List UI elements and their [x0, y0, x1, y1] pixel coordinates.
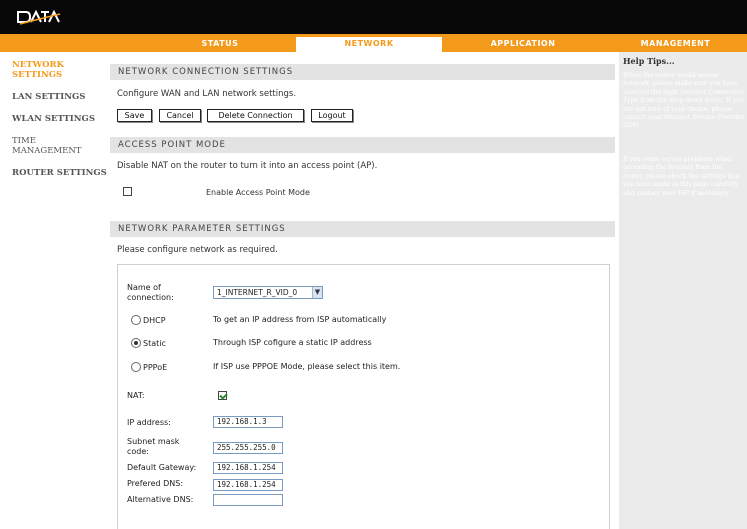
preferred-dns-field[interactable]: 192.168.1.254 — [213, 479, 283, 491]
alternative-dns-field[interactable] — [213, 494, 283, 506]
section-network-connection: NETWORK CONNECTION SETTINGS — [110, 64, 615, 80]
connection-description: Configure WAN and LAN network settings. — [117, 89, 297, 99]
radio-pppoe[interactable] — [131, 362, 141, 372]
nat-checkbox[interactable] — [218, 391, 227, 400]
tab-network[interactable]: NETWORK — [296, 37, 442, 52]
sidebar-item-wlan-settings[interactable]: WLAN SETTINGS — [0, 114, 108, 124]
top-bar — [0, 0, 747, 34]
dhcp-description: To get an IP address from ISP automatica… — [213, 315, 387, 324]
parameters-panel: Name of connection: 1_INTERNET_R_VID_0 ▼… — [117, 264, 610, 529]
sidebar-item-lan-settings[interactable]: LAN SETTINGS — [0, 92, 108, 102]
section-access-point-mode: ACCESS POINT MODE — [110, 137, 615, 153]
default-gateway-field[interactable]: 192.168.1.254 — [213, 462, 283, 474]
chevron-down-icon: ▼ — [312, 287, 322, 298]
sidebar-item-time-management[interactable]: TIME MANAGEMENT — [0, 136, 81, 156]
tab-management[interactable]: MANAGEMENT — [604, 37, 747, 52]
help-paragraph-1: When the router would access network, pl… — [623, 72, 745, 130]
subnet-mask-label: Subnet mask code: — [127, 437, 180, 456]
nat-label: NAT: — [127, 391, 145, 400]
help-paragraph-2: If you come across problems when accessi… — [623, 156, 741, 197]
brand-logo — [17, 9, 61, 25]
radio-dhcp-label: DHCP — [143, 316, 166, 325]
radio-pppoe-label: PPPoE — [143, 363, 168, 372]
ip-address-label: IP address: — [127, 418, 171, 427]
radio-dhcp[interactable] — [131, 315, 141, 325]
ap-mode-checkbox[interactable] — [123, 187, 132, 196]
cancel-button[interactable]: Cancel — [159, 109, 201, 122]
connection-name-label: Name of connection: — [127, 283, 174, 302]
ip-address-field[interactable]: 192.168.1.3 — [213, 416, 283, 428]
connection-name-select[interactable]: 1_INTERNET_R_VID_0 ▼ — [213, 286, 323, 299]
delete-connection-button[interactable]: Delete Connection — [207, 109, 304, 122]
subnet-mask-field[interactable]: 255.255.255.0 — [213, 442, 283, 454]
pppoe-description: If ISP use PPPOE Mode, please select thi… — [213, 362, 401, 371]
main-nav: STATUS NETWORK APPLICATION MANAGEMENT — [0, 34, 747, 52]
radio-static-label: Static — [143, 339, 166, 348]
tab-status[interactable]: STATUS — [150, 37, 290, 52]
tab-application[interactable]: APPLICATION — [448, 37, 598, 52]
preferred-dns-label: Prefered DNS: — [127, 479, 184, 488]
sidebar-item-router-settings[interactable]: ROUTER SETTINGS — [0, 168, 108, 178]
help-panel: Help Tips... When the router would acces… — [619, 52, 747, 529]
save-button[interactable]: Save — [117, 109, 152, 122]
help-title: Help Tips... — [623, 56, 675, 66]
section-network-parameters: NETWORK PARAMETER SETTINGS — [110, 221, 615, 237]
parameters-description: Please configure network as required. — [117, 245, 278, 255]
ap-mode-description: Disable NAT on the router to turn it int… — [117, 161, 378, 171]
connection-name-value: 1_INTERNET_R_VID_0 — [217, 288, 298, 297]
sidebar: NETWORK SETTINGS LAN SETTINGS WLAN SETTI… — [0, 60, 108, 190]
alternative-dns-label: Alternative DNS: — [127, 495, 194, 504]
static-description: Through ISP cofigure a static IP address — [213, 338, 372, 347]
default-gateway-label: Default Gateway: — [127, 463, 197, 472]
logout-button[interactable]: Logout — [311, 109, 353, 122]
radio-static[interactable] — [131, 338, 141, 348]
ap-mode-label: Enable Access Point Mode — [206, 188, 310, 197]
sidebar-item-network-settings[interactable]: NETWORK SETTINGS — [0, 60, 64, 80]
